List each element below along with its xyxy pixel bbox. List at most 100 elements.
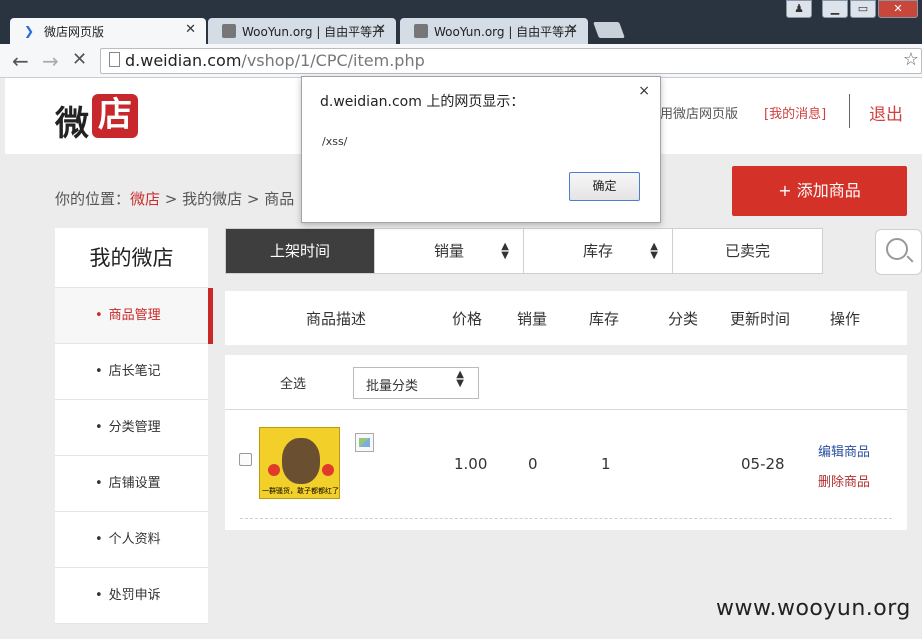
browser-toolbar: ← → ✕ d.weidian.com/vshop/1/CPC/item.php…	[0, 44, 922, 78]
ok-button[interactable]: 确定	[569, 172, 640, 201]
select-arrows-icon: ▲ ▼	[456, 369, 464, 389]
page-icon	[109, 52, 120, 67]
back-arrow-icon[interactable]: ←	[12, 49, 29, 73]
breadcrumb: 你的位置：微店 > 我的微店 > 商品	[55, 188, 294, 209]
sidebar-item-label: 个人资料	[108, 532, 161, 547]
sidebar: 我的微店 • 商品管理 • 店长笔记 • 分类管理 • 店铺设置 • 个人资料 • 处罚申诉	[55, 228, 213, 624]
breadcrumb-separator: >	[160, 190, 183, 208]
sidebar-item-appeals[interactable]: • 处罚申诉	[55, 568, 208, 624]
product-thumbnail[interactable]: 一群骚货，敢子都都红了	[259, 427, 340, 499]
breadcrumb-separator: >	[242, 190, 265, 208]
browser-tab-bar: ❯ 微店网页版 ✕ WooYun.org | 自由平等开 ✕ WooYun.or…	[0, 0, 922, 44]
sidebar-item-product-management[interactable]: • 商品管理	[55, 288, 213, 344]
sidebar-item-shop-settings[interactable]: • 店铺设置	[55, 456, 208, 512]
minimize-icon[interactable]: ▁	[822, 0, 848, 18]
bullet-icon: •	[95, 364, 103, 379]
watermark: www.wooyun.org	[716, 596, 911, 621]
batch-category-label: 批量分类	[366, 379, 419, 394]
sidebar-item-notes[interactable]: • 店长笔记	[55, 344, 208, 400]
tab-listing-time[interactable]: 上架时间	[226, 229, 375, 273]
price-cell: 1.00	[454, 455, 488, 473]
wooyun-favicon-icon	[414, 24, 428, 38]
sidebar-item-label: 分类管理	[108, 420, 161, 435]
col-sales: 销量	[517, 310, 548, 328]
row-checkbox[interactable]	[239, 453, 252, 466]
dialog-message: /xss/	[322, 135, 348, 148]
tab-wooyun-2[interactable]: WooYun.org | 自由平等开 ✕	[400, 18, 588, 44]
col-description: 商品描述	[306, 310, 367, 328]
select-all-link[interactable]: 全选	[280, 373, 306, 392]
edit-product-link[interactable]: 编辑商品	[818, 441, 870, 460]
breadcrumb-current: 商品	[264, 190, 295, 208]
maximize-icon[interactable]: ▭	[850, 0, 876, 18]
col-updated: 更新时间	[730, 310, 791, 328]
col-actions: 操作	[830, 310, 861, 328]
tab-stock[interactable]: 库存 ▲ ▼	[524, 229, 673, 273]
sidebar-item-label: 店铺设置	[108, 476, 161, 491]
stop-loading-icon[interactable]: ✕	[72, 49, 87, 70]
web-version-link[interactable]: 用微店网页版	[660, 103, 738, 122]
col-stock: 库存	[589, 310, 620, 328]
batch-category-select[interactable]: 批量分类 ▲ ▼	[353, 367, 479, 399]
address-bar[interactable]: d.weidian.com/vshop/1/CPC/item.php ☆	[100, 48, 922, 74]
tab-sales[interactable]: 销量 ▲ ▼	[375, 229, 524, 273]
sidebar-item-categories[interactable]: • 分类管理	[55, 400, 208, 456]
tab-label: 销量	[433, 242, 464, 260]
sidebar-title: 我的微店	[55, 228, 208, 288]
delete-product-link[interactable]: 删除商品	[818, 471, 870, 490]
header-divider	[849, 94, 850, 128]
user-icon[interactable]: ♟	[786, 0, 812, 18]
cheek-left	[268, 464, 280, 476]
weidian-favicon-icon: ❯	[24, 24, 35, 38]
bullet-icon: •	[95, 476, 103, 491]
row-divider	[240, 518, 892, 519]
sidebar-item-label: 处罚申诉	[108, 588, 161, 603]
tab-title: WooYun.org | 自由平等开	[434, 25, 577, 39]
thumbnail-caption: 一群骚货，敢子都都红了	[262, 487, 339, 495]
dialog-close-icon[interactable]: ×	[638, 83, 650, 99]
logo-box: 店	[92, 94, 138, 138]
logout-link[interactable]: 退出	[869, 100, 903, 125]
sort-tabs: 上架时间 销量 ▲ ▼ 库存 ▲ ▼ 已卖完	[225, 228, 823, 274]
add-product-button[interactable]: + 添加商品	[732, 166, 907, 216]
breadcrumb-home[interactable]: 微店	[130, 190, 160, 208]
dialog-title: d.weidian.com 上的网页显示：	[320, 94, 525, 110]
logo-text: 微	[55, 104, 89, 144]
forward-arrow-icon[interactable]: →	[42, 49, 59, 73]
tab-label: 库存	[582, 242, 613, 260]
meme-face	[282, 438, 320, 484]
bullet-icon: •	[95, 420, 103, 435]
tab-wooyun-1[interactable]: WooYun.org | 自由平等开 ✕	[208, 18, 396, 44]
search-button[interactable]	[875, 229, 922, 275]
bullet-icon: •	[95, 588, 103, 603]
sidebar-item-profile[interactable]: • 个人资料	[55, 512, 208, 568]
bullet-icon: •	[95, 532, 103, 547]
sort-arrows-icon: ▲ ▼	[501, 241, 509, 261]
col-price: 价格	[452, 310, 483, 328]
breadcrumb-shop[interactable]: 我的微店	[182, 190, 242, 208]
url-text: d.weidian.com/vshop/1/CPC/item.php	[125, 51, 425, 70]
tab-weidian[interactable]: ❯ 微店网页版 ✕	[10, 18, 206, 44]
sort-arrows-icon: ▲ ▼	[650, 241, 658, 261]
tab-title: WooYun.org | 自由平等开	[242, 25, 385, 39]
breadcrumb-prefix: 你的位置：	[55, 190, 131, 208]
window-close-icon[interactable]: ✕	[878, 0, 918, 18]
table-header: 商品描述 价格 销量 库存 分类 更新时间 操作	[225, 291, 907, 345]
tab-sold-out[interactable]: 已卖完	[673, 229, 822, 273]
tab-close-icon[interactable]: ✕	[375, 22, 386, 37]
sales-cell: 0	[528, 455, 538, 473]
new-tab-button[interactable]	[593, 22, 625, 38]
my-messages-link[interactable]: [我的消息]	[764, 103, 826, 122]
tab-title: 微店网页版	[44, 25, 105, 39]
updated-cell: 05-28	[741, 455, 785, 473]
tab-close-icon[interactable]: ✕	[567, 22, 578, 37]
stock-cell: 1	[601, 455, 611, 473]
window-controls: ♟ ▁ ▭ ✕	[784, 0, 918, 20]
tab-close-icon[interactable]: ✕	[185, 22, 196, 37]
divider	[225, 409, 907, 410]
broken-image-icon	[355, 433, 374, 452]
product-list: 全选 批量分类 ▲ ▼ 一群骚货，敢子都都红了 1.00 0 1 05-28 编辑…	[225, 355, 907, 530]
sidebar-item-label: 商品管理	[108, 308, 161, 323]
bookmark-star-icon[interactable]: ☆	[903, 49, 919, 70]
cheek-right	[322, 464, 334, 476]
